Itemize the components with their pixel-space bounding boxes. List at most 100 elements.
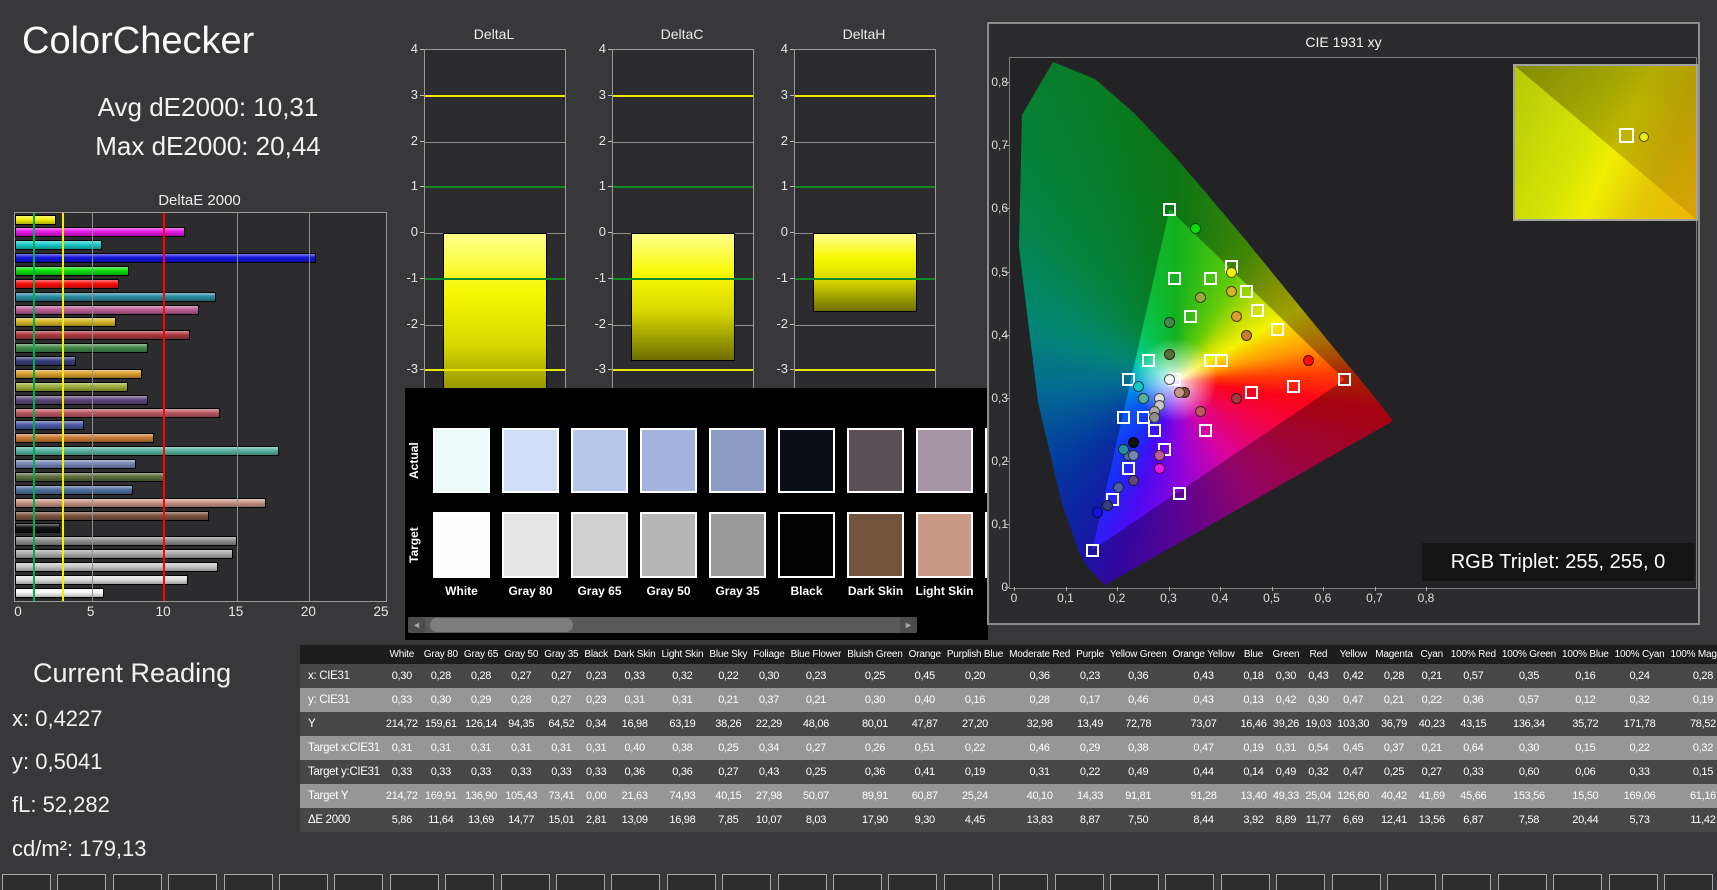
scroll-left-icon[interactable]: ◄ bbox=[408, 617, 425, 633]
y-tick-1: 1 bbox=[410, 178, 418, 194]
de-bar-cyan bbox=[15, 291, 216, 302]
y-tick-mark bbox=[608, 140, 612, 142]
cell: 40,10 bbox=[1006, 784, 1074, 808]
patch-strip-item[interactable] bbox=[722, 874, 771, 890]
swatch-actual-gray-35[interactable] bbox=[709, 428, 766, 493]
cie-y-tickmark bbox=[1005, 145, 1009, 147]
cell: 20,44 bbox=[1559, 808, 1612, 832]
cell: 13,09 bbox=[610, 808, 659, 832]
patch-strip-item[interactable] bbox=[1387, 874, 1436, 890]
patch-strip-item[interactable] bbox=[1442, 874, 1491, 890]
reference-line--1 bbox=[795, 277, 935, 280]
swatch-target-white[interactable] bbox=[433, 512, 490, 578]
cell: 25,24 bbox=[943, 784, 1007, 808]
cell: 0,33 bbox=[460, 760, 502, 784]
patch-strip-item[interactable] bbox=[667, 874, 716, 890]
patch-strip-item[interactable] bbox=[113, 874, 162, 890]
cell: 0,28 bbox=[1006, 688, 1074, 712]
row-label: ΔE 2000 bbox=[300, 808, 383, 832]
swatch-actual-dark-skin[interactable] bbox=[847, 428, 904, 493]
cell: 0,33 bbox=[420, 760, 461, 784]
cell: 0,33 bbox=[382, 760, 421, 784]
cell: 0,31 bbox=[1269, 736, 1303, 760]
column-header-gray-65: Gray 65 bbox=[460, 645, 502, 664]
patch-strip-item[interactable] bbox=[778, 874, 827, 890]
cie-y-tickmark bbox=[1005, 208, 1009, 210]
cell: 0,17 bbox=[1073, 688, 1107, 712]
table-row-1: x: CIE31 0,30 0,28 0,28 0,27 0,27 0,23 0,33 0,32… bbox=[300, 664, 1717, 688]
swatch-scrollbar-thumb[interactable] bbox=[430, 618, 573, 632]
cell: 0,00 bbox=[581, 784, 611, 808]
swatch-target-gray-80[interactable] bbox=[502, 512, 559, 578]
patch-strip-item[interactable] bbox=[1498, 874, 1547, 890]
y-tick--1: -1 bbox=[594, 269, 606, 285]
patch-strip-item[interactable] bbox=[888, 874, 937, 890]
cell: 50,07 bbox=[787, 784, 845, 808]
cell: 19,03 bbox=[1302, 712, 1335, 736]
patch-strip-item[interactable] bbox=[224, 874, 273, 890]
swatch-target-dark-skin[interactable] bbox=[847, 512, 904, 578]
cie-y-tickmark bbox=[1005, 523, 1009, 525]
cell: 0,33 bbox=[581, 760, 611, 784]
reading-fl: fL: 52,282 bbox=[12, 792, 110, 817]
swatch-target-black[interactable] bbox=[778, 512, 835, 578]
y-tick-4: 4 bbox=[598, 41, 606, 56]
cie-x-tick-0,7: 0,7 bbox=[1366, 591, 1383, 605]
cell: 10,07 bbox=[750, 808, 788, 832]
patch-strip-item[interactable] bbox=[1165, 874, 1214, 890]
swatch-target-gray-50[interactable] bbox=[640, 512, 697, 578]
cell: 0,23 bbox=[1073, 664, 1107, 688]
swatch-target-light-skin[interactable] bbox=[916, 512, 973, 578]
page-title: ColorChecker bbox=[22, 20, 255, 62]
swatch-actual-gray-80[interactable] bbox=[502, 428, 559, 493]
patch-strip-item[interactable] bbox=[334, 874, 383, 890]
cell: 5,73 bbox=[1611, 808, 1668, 832]
patch-strip-item[interactable] bbox=[390, 874, 439, 890]
patch-strip-item[interactable] bbox=[1055, 874, 1104, 890]
patch-strip-item[interactable] bbox=[833, 874, 882, 890]
patch-strip-item[interactable] bbox=[1664, 874, 1713, 890]
swatch-label: Gray 80 bbox=[508, 584, 553, 598]
cell: 0,64 bbox=[1447, 736, 1499, 760]
patch-strip-item[interactable] bbox=[2, 874, 51, 890]
patch-strip-item[interactable] bbox=[445, 874, 494, 890]
de-bar-gray-65 bbox=[15, 561, 218, 572]
swatch-actual-gray-65[interactable] bbox=[571, 428, 628, 493]
patch-strip-item[interactable] bbox=[1221, 874, 1270, 890]
cell: 0,22 bbox=[1611, 736, 1668, 760]
cell: 0,14 bbox=[1237, 760, 1270, 784]
patch-strip-item[interactable] bbox=[1609, 874, 1658, 890]
swatch-target-gray-65[interactable] bbox=[571, 512, 628, 578]
de-bar-light-skin bbox=[15, 497, 266, 508]
patch-strip-item[interactable] bbox=[1276, 874, 1325, 890]
patch-strip-item[interactable] bbox=[168, 874, 217, 890]
patch-strip-item[interactable] bbox=[944, 874, 993, 890]
swatch-actual-black[interactable] bbox=[778, 428, 835, 493]
swatch-actual-white[interactable] bbox=[433, 428, 490, 493]
patch-strip-item[interactable] bbox=[1110, 874, 1159, 890]
patch-strip-item[interactable] bbox=[999, 874, 1048, 890]
cell: 0,43 bbox=[1169, 688, 1238, 712]
cell: 0,30 bbox=[1302, 688, 1335, 712]
swatch-actual-light-skin[interactable] bbox=[916, 428, 973, 493]
target-marker-yellow bbox=[1240, 284, 1254, 298]
patch-strip-item[interactable] bbox=[57, 874, 106, 890]
patch-strip-item[interactable] bbox=[279, 874, 328, 890]
cie-zoom-inset bbox=[1513, 64, 1698, 221]
patch-strip-item[interactable] bbox=[1553, 874, 1602, 890]
column-header-blue-sky: Blue Sky bbox=[706, 645, 751, 664]
swatch-actual-gray-50[interactable] bbox=[640, 428, 697, 493]
patch-strip-item[interactable] bbox=[501, 874, 550, 890]
cell: 27,20 bbox=[943, 712, 1007, 736]
cell: 0,38 bbox=[1106, 736, 1170, 760]
column-header-purplish-blue: Purplish Blue bbox=[943, 645, 1007, 664]
reference-line--3 bbox=[425, 369, 565, 372]
cell: 0,22 bbox=[1415, 688, 1448, 712]
cell: 0,15 bbox=[1559, 736, 1612, 760]
patch-strip-item[interactable] bbox=[611, 874, 660, 890]
cell: 4,45 bbox=[943, 808, 1007, 832]
swatch-target-gray-35[interactable] bbox=[709, 512, 766, 578]
patch-strip-item[interactable] bbox=[1332, 874, 1381, 890]
scroll-right-icon[interactable]: ► bbox=[900, 617, 917, 633]
patch-strip-item[interactable] bbox=[556, 874, 605, 890]
